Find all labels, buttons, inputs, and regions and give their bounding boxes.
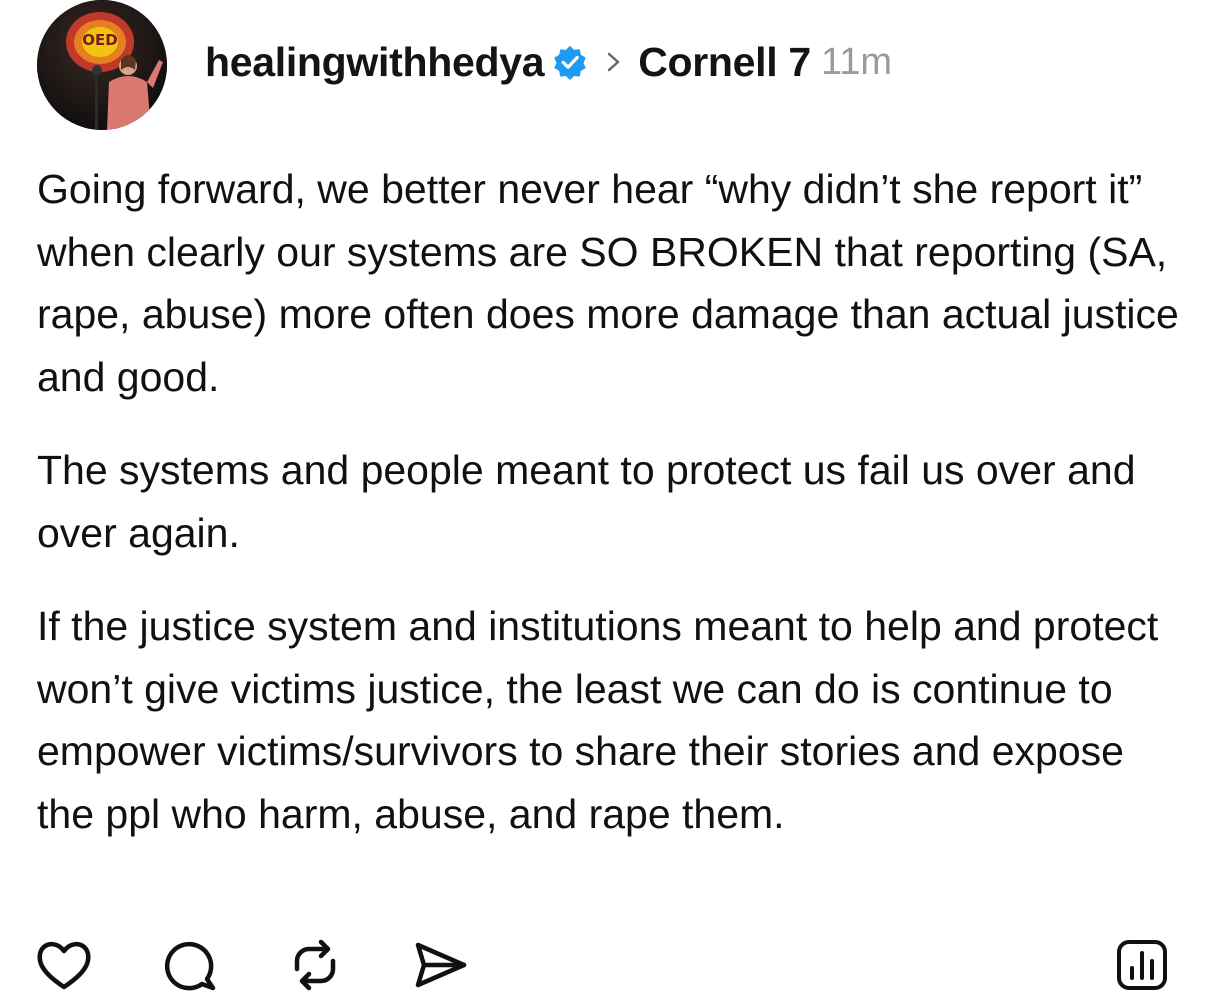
repost-icon <box>294 939 336 991</box>
verified-badge-icon <box>552 44 588 80</box>
chevron-right-icon <box>606 51 622 73</box>
post-timestamp: 11m <box>820 40 893 83</box>
post-paragraph: If the justice system and institutions m… <box>37 603 1182 837</box>
send-icon <box>415 942 467 988</box>
post-action-bar <box>0 935 1206 1005</box>
heart-icon <box>37 941 91 990</box>
avatar[interactable]: OED <box>37 0 167 130</box>
svg-text:OED: OED <box>82 31 117 49</box>
community-name[interactable]: Cornell 7 <box>638 39 811 86</box>
comment-button[interactable] <box>160 935 220 995</box>
share-button[interactable] <box>410 935 470 995</box>
post-body: Going forward, we better never hear “why… <box>37 158 1187 845</box>
insights-button[interactable] <box>1112 935 1172 995</box>
author-username[interactable]: healingwithhedya <box>205 39 545 86</box>
post-paragraph: Going forward, we better never hear “why… <box>37 166 1191 400</box>
post-paragraph: The systems and people meant to protect … <box>37 447 1147 556</box>
avatar-photo: OED <box>37 0 167 130</box>
post-header: healingwithhedya Cornell 7 11m <box>205 38 892 86</box>
bar-chart-icon <box>1117 940 1167 990</box>
repost-button[interactable] <box>285 935 345 995</box>
comment-icon <box>164 941 216 991</box>
like-button[interactable] <box>34 935 94 995</box>
